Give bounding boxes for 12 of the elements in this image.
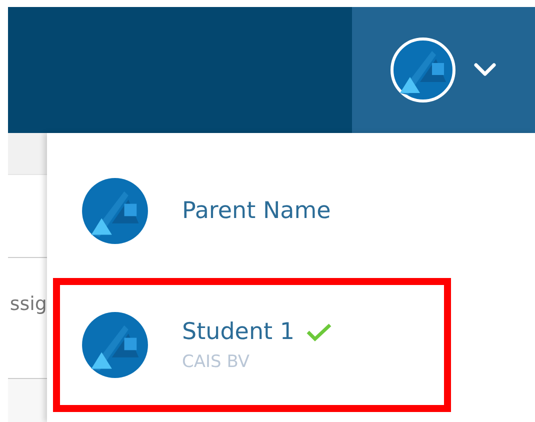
panel-row [8, 133, 47, 175]
avatar-icon [81, 311, 149, 379]
chevron-icon [474, 63, 496, 77]
organization-name: CAIS BV [182, 350, 250, 374]
account-option[interactable]: Student 1 CAIS BV [53, 278, 451, 412]
account-name: Student 1 [182, 318, 294, 347]
avatar-icon [390, 37, 456, 103]
check-icon [306, 322, 332, 342]
account-name: Parent Name [182, 196, 331, 226]
avatar-icon [81, 177, 149, 245]
page-text: ssig [10, 293, 47, 315]
account-menu-button[interactable] [352, 7, 535, 133]
